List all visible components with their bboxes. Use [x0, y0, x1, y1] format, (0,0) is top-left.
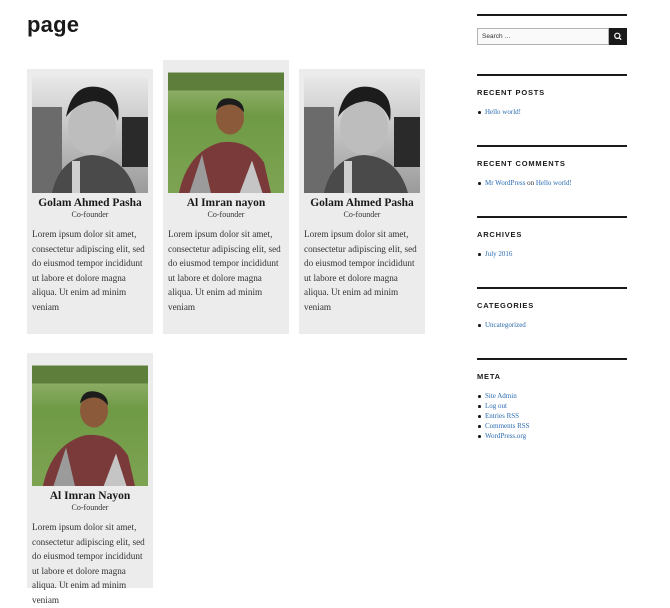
- team-photo-grayscale: [32, 77, 148, 193]
- member-name: Golam Ahmed Pasha: [310, 197, 414, 209]
- search-icon: [614, 32, 622, 41]
- recent-posts-widget: RECENT POSTS Hello world!: [477, 74, 627, 117]
- recent-post-link[interactable]: Hello world!: [477, 107, 627, 117]
- recent-comments-widget: RECENT COMMENTS Mr WordPress on Hello wo…: [477, 145, 627, 188]
- member-bio: Lorem ipsum dolor sit amet, consectetur …: [304, 229, 417, 312]
- meta-link-comments-rss[interactable]: Comments RSS: [477, 421, 627, 431]
- member-role: Co-founder: [71, 210, 109, 219]
- member-name: Al Imran Nayon: [49, 490, 131, 502]
- categories-widget: CATEGORIES Uncategorized: [477, 287, 627, 330]
- archives-widget: ARCHIVES July 2016: [477, 216, 627, 259]
- member-role: Co-founder: [207, 210, 245, 219]
- widget-title: META: [477, 372, 501, 381]
- member-bio: Lorem ipsum dolor sit amet, consectetur …: [32, 229, 145, 312]
- member-bio: Lorem ipsum dolor sit amet, consectetur …: [168, 229, 281, 312]
- search-input[interactable]: [477, 28, 609, 45]
- team-card: Golam Ahmed Pasha Co-founder Lorem ipsum…: [27, 69, 153, 334]
- archive-link[interactable]: July 2016: [477, 249, 627, 259]
- team-card: Al Imran nayon Co-founder Lorem ipsum do…: [163, 60, 289, 334]
- widget-title: ARCHIVES: [477, 230, 523, 239]
- search-form: [477, 28, 627, 45]
- search-button[interactable]: [609, 28, 627, 45]
- meta-widget: META Site Admin Log out Entries RSS Comm…: [477, 358, 627, 441]
- recent-comment-item: Mr WordPress on Hello world!: [477, 178, 627, 188]
- team-card: Al Imran Nayon Co-founder Lorem ipsum do…: [27, 353, 153, 605]
- meta-link-entries-rss[interactable]: Entries RSS: [477, 411, 627, 421]
- widget-title: RECENT POSTS: [477, 88, 545, 97]
- member-role: Co-founder: [343, 210, 381, 219]
- comment-on-text: on: [527, 179, 535, 187]
- comment-post-link[interactable]: Hello world!: [536, 179, 572, 187]
- meta-link-log-out[interactable]: Log out: [477, 401, 627, 411]
- category-link[interactable]: Uncategorized: [477, 320, 627, 330]
- team-card: Golam Ahmed Pasha Co-founder Lorem ipsum…: [299, 69, 425, 334]
- meta-link-wordpress-org[interactable]: WordPress.org: [477, 431, 627, 441]
- team-photo-outdoor: [32, 365, 148, 486]
- widget-title: RECENT COMMENTS: [477, 159, 566, 168]
- search-widget: [477, 14, 627, 16]
- meta-link-site-admin[interactable]: Site Admin: [477, 391, 627, 401]
- page-title: page: [27, 12, 80, 37]
- team-photo-grayscale: [304, 77, 420, 193]
- comment-author-link[interactable]: Mr WordPress: [485, 179, 525, 187]
- team-photo-outdoor: [168, 72, 284, 193]
- widget-title: CATEGORIES: [477, 301, 535, 310]
- member-name: Al Imran nayon: [186, 197, 266, 209]
- member-bio: Lorem ipsum dolor sit amet, consectetur …: [32, 522, 145, 605]
- member-role: Co-founder: [71, 503, 109, 512]
- member-name: Golam Ahmed Pasha: [38, 197, 142, 209]
